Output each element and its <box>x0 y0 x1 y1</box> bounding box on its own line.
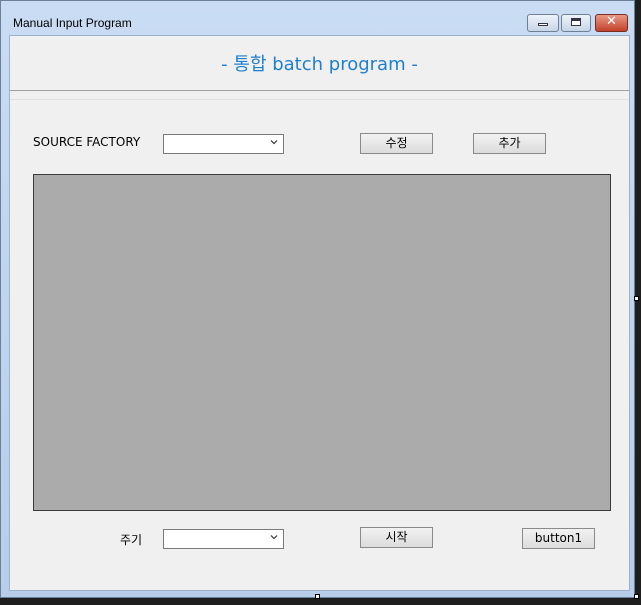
close-button[interactable]: ✕ <box>595 14 628 32</box>
desktop-stage: Manual Input Program ✕ - 통합 batch progra… <box>0 0 641 605</box>
form-client-area: - 통합 batch program - SOURCE FACTORY 수정 추… <box>9 35 630 591</box>
minimize-button[interactable] <box>527 14 559 32</box>
source-factory-dropdown[interactable] <box>163 134 284 154</box>
title-bar[interactable]: Manual Input Program ✕ <box>1 1 634 35</box>
edit-button[interactable]: 수정 <box>360 133 433 154</box>
button1[interactable]: button1 <box>522 528 595 549</box>
maximize-icon <box>571 18 581 26</box>
divider <box>10 99 629 100</box>
close-icon: ✕ <box>606 14 617 29</box>
add-button[interactable]: 추가 <box>473 133 546 154</box>
source-factory-label: SOURCE FACTORY <box>33 135 141 149</box>
resize-handle-bottom[interactable] <box>315 594 320 599</box>
header-panel: - 통합 batch program - <box>10 36 629 91</box>
chevron-down-icon <box>270 140 278 145</box>
window-title: Manual Input Program <box>13 16 132 30</box>
page-title: - 통합 batch program - <box>221 54 418 75</box>
resize-handle-right[interactable] <box>634 296 639 301</box>
app-window: Manual Input Program ✕ - 통합 batch progra… <box>0 0 635 598</box>
chevron-down-icon <box>270 535 278 540</box>
cycle-dropdown[interactable] <box>163 529 284 549</box>
resize-handle-corner[interactable] <box>634 594 639 599</box>
cycle-label: 주기 <box>120 533 143 547</box>
data-grid-view[interactable] <box>33 174 611 511</box>
minimize-icon <box>538 23 548 26</box>
start-button[interactable]: 시작 <box>360 527 433 548</box>
maximize-button[interactable] <box>561 14 591 32</box>
